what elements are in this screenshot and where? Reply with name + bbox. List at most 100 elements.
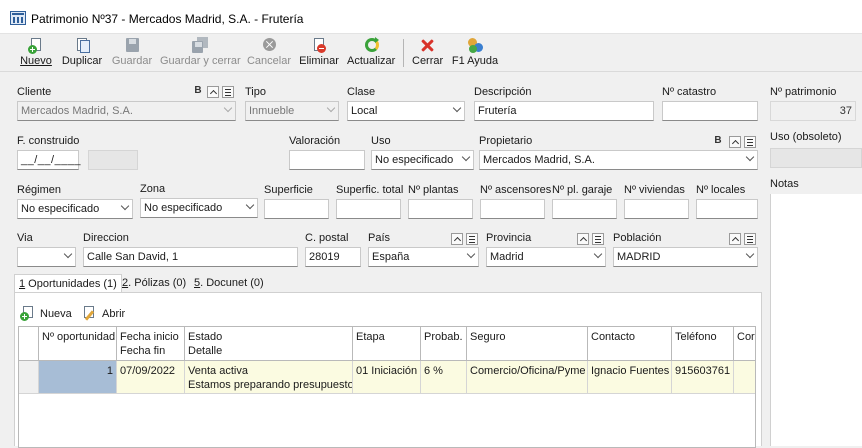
nueva-button[interactable]: Nueva: [20, 306, 80, 324]
cell-etapa[interactable]: 01 Iniciación: [353, 361, 421, 394]
tab-oportunidades[interactable]: 1 Oportunidades (1): [14, 274, 122, 293]
provincia-select[interactable]: Madrid: [486, 247, 606, 267]
cliente-select[interactable]: Mercados Madrid, S.A.: [17, 101, 236, 121]
poblacion-menu-button[interactable]: [744, 233, 756, 245]
propietario-select[interactable]: Mercados Madrid, S.A.: [479, 150, 758, 170]
superfic-total-label: Superfic. total: [336, 184, 404, 196]
pais-label: País: [368, 232, 391, 244]
n-ascensores-input[interactable]: [480, 199, 545, 219]
pais-value: España: [372, 251, 410, 263]
regimen-select[interactable]: No especificado: [17, 199, 133, 219]
poblacion-expand-button[interactable]: [729, 233, 741, 245]
notas-label: Notas: [770, 178, 799, 190]
n-locales-input[interactable]: [696, 199, 758, 219]
cliente-expand-button[interactable]: [207, 86, 219, 98]
f-construido-label: F. construido: [17, 135, 80, 147]
n-ascensores-label: Nº ascensores: [480, 184, 552, 196]
descripcion-input[interactable]: Frutería: [474, 101, 654, 121]
col-header-n-oportunidad[interactable]: Nº oportunidad: [39, 327, 117, 361]
cliente-value: Mercados Madrid, S.A.: [21, 105, 133, 117]
col-header-line1: Corr: [737, 331, 755, 343]
open-edit-icon: [82, 306, 98, 322]
right-panel: Nº patrimonio 37 Uso (obsoleto) Notas: [764, 77, 862, 446]
tab-oportunidades-label: Oportunidades (1): [25, 278, 117, 290]
n-viviendas-label: Nº viviendas: [624, 184, 685, 196]
zona-select[interactable]: No especificado: [140, 198, 258, 218]
col-header-telefono[interactable]: Teléfono: [672, 327, 734, 361]
nueva-button-label: Nueva: [40, 308, 72, 320]
provincia-menu-button[interactable]: [592, 233, 604, 245]
n-plantas-input[interactable]: [408, 199, 473, 219]
row-header[interactable]: [19, 361, 39, 394]
propietario-label: Propietario: [479, 135, 533, 147]
cell-n-oportunidad[interactable]: 1: [39, 361, 117, 394]
via-select[interactable]: [17, 247, 76, 267]
col-header-line2: Detalle: [188, 345, 223, 357]
notas-textarea[interactable]: [770, 194, 862, 446]
cell-probab[interactable]: 6 %: [421, 361, 467, 394]
via-label: Via: [17, 232, 33, 244]
chevron-down-icon: [326, 103, 336, 113]
clase-label: Clase: [347, 86, 376, 98]
c-postal-input[interactable]: 28019: [305, 247, 361, 267]
tipo-value: Inmueble: [249, 105, 295, 117]
pais-menu-button[interactable]: [466, 233, 478, 245]
tab-polizas[interactable]: 2. Pólizas (0): [118, 274, 190, 293]
f-construido-input[interactable]: __/__/____: [17, 150, 81, 170]
c-postal-label: C. postal: [305, 232, 349, 244]
poblacion-value: MADRID: [617, 251, 661, 263]
clase-select[interactable]: Local: [347, 101, 465, 121]
cell-correo[interactable]: [734, 361, 755, 394]
col-header-etapa[interactable]: Etapa: [353, 327, 421, 361]
cell-contacto[interactable]: Ignacio Fuentes: [588, 361, 672, 394]
cell-telefono[interactable]: 915603761: [672, 361, 734, 394]
chevron-down-icon: [245, 200, 255, 210]
col-header-seguro[interactable]: Seguro: [467, 327, 588, 361]
pais-expand-button[interactable]: [451, 233, 463, 245]
col-header-line1: Fecha inicio: [120, 331, 179, 343]
n-viviendas-input[interactable]: [624, 199, 689, 219]
propietario-expand-button[interactable]: [729, 136, 741, 148]
col-header-line1: Nº oportunidad: [42, 331, 116, 343]
poblacion-label: Población: [613, 232, 662, 244]
pais-select[interactable]: España: [368, 247, 479, 267]
uso-select[interactable]: No especificado: [371, 150, 474, 170]
col-header-contacto[interactable]: Contacto: [588, 327, 672, 361]
tab-docunet[interactable]: 5. Docunet (0): [190, 274, 268, 293]
superficie-input[interactable]: [264, 199, 329, 219]
col-header-line2: Fecha fin: [120, 345, 166, 357]
poblacion-select[interactable]: MADRID: [613, 247, 758, 267]
cell-seguro[interactable]: Comercio/Oficina/Pyme: [467, 361, 588, 394]
propietario-menu-button[interactable]: [744, 136, 756, 148]
uso-obsoleto-label: Uso (obsoleto): [770, 131, 842, 143]
chevron-down-icon: [593, 249, 603, 259]
superfic-total-input[interactable]: [336, 199, 401, 219]
tipo-select[interactable]: Inmueble: [245, 101, 339, 121]
col-header-line1: Probab.: [424, 331, 463, 343]
chevron-down-icon: [461, 152, 471, 162]
chevron-down-icon: [63, 249, 73, 259]
col-header-line1: Estado: [188, 331, 223, 343]
cliente-menu-button[interactable]: [222, 86, 234, 98]
provincia-expand-button[interactable]: [577, 233, 589, 245]
abrir-button[interactable]: Abrir: [82, 306, 132, 324]
propietario-value: Mercados Madrid, S.A.: [483, 154, 595, 166]
col-header-fecha[interactable]: Fecha inicio Fecha fin: [117, 327, 185, 361]
catastro-input[interactable]: [662, 101, 758, 121]
n-pl-garaje-label: Nº pl. garaje: [552, 184, 613, 196]
cell-fecha[interactable]: 07/09/2022: [117, 361, 185, 394]
valoracion-input[interactable]: [289, 150, 365, 170]
cell-estado[interactable]: Venta activa Estamos preparando presupue…: [185, 361, 353, 394]
chevron-down-icon: [223, 103, 233, 113]
col-header-correo[interactable]: Corr: [734, 327, 755, 361]
form-area: Cliente B Mercados Madrid, S.A. Tipo Inm…: [0, 0, 764, 448]
n-pl-garaje-input[interactable]: [552, 199, 617, 219]
chevron-down-icon: [452, 103, 462, 113]
col-header-probab[interactable]: Probab.: [421, 327, 467, 361]
col-header-line1: Etapa: [356, 331, 385, 343]
col-header-estado[interactable]: Estado Detalle: [185, 327, 353, 361]
cell-estado-value: Venta activa: [188, 365, 248, 377]
tipo-label: Tipo: [245, 86, 266, 98]
uso-label: Uso: [371, 135, 391, 147]
direccion-input[interactable]: Calle San David, 1: [83, 247, 298, 267]
